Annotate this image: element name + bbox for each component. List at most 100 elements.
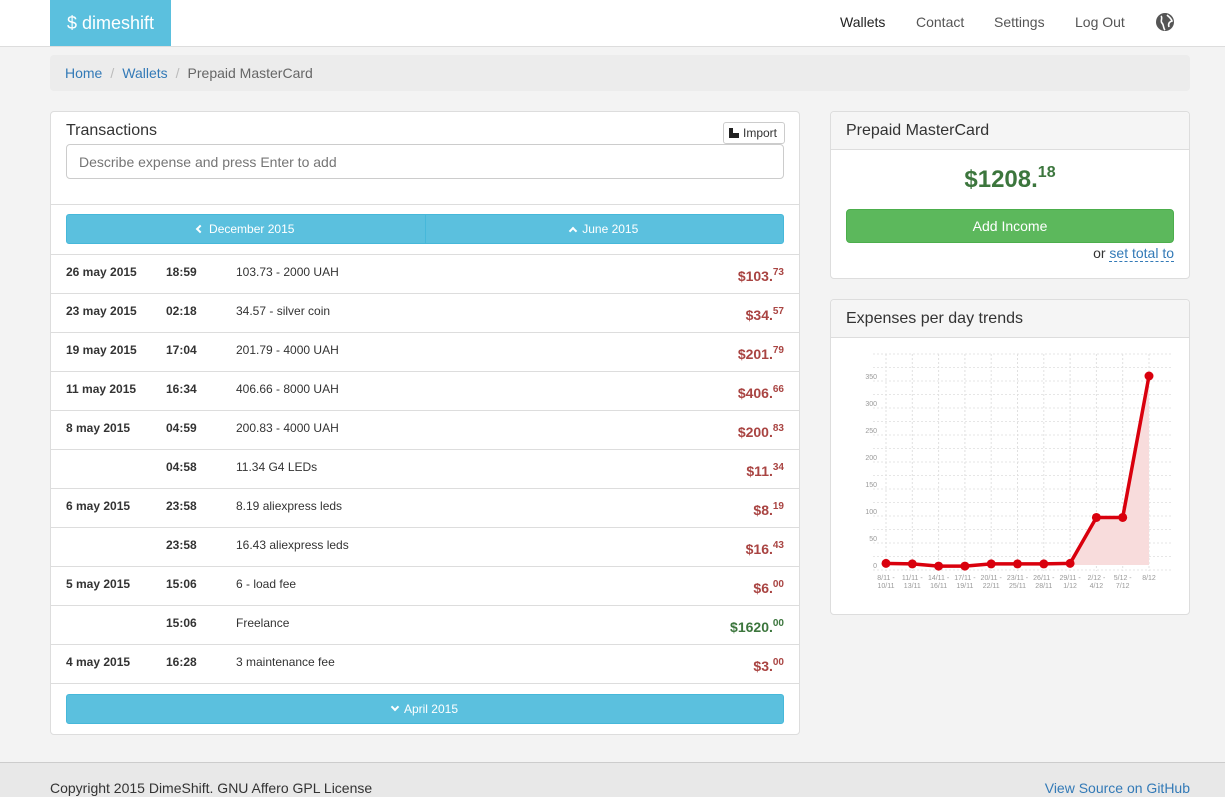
nav-wallets[interactable]: Wallets [840, 0, 885, 46]
chart-point [907, 559, 917, 569]
globe-icon[interactable] [1155, 12, 1175, 32]
transaction-amount: $201.79 [738, 345, 784, 362]
breadcrumb-separator: / [175, 65, 180, 81]
wallet-balance: $1208.18 [831, 164, 1189, 194]
transaction-description: 103.73 - 2000 UAH [236, 265, 339, 279]
amount-whole: $6. [753, 580, 773, 596]
amount-cents: 66 [772, 384, 784, 395]
github-source-link[interactable]: View Source on GitHub [1045, 780, 1190, 796]
amount-cents: 43 [772, 540, 784, 551]
trends-panel: Expenses per day trends 0 50 100 150 200 250 3… [830, 299, 1190, 615]
chart-y-tick: 50 [869, 536, 877, 543]
chevron-down-icon [390, 702, 400, 712]
amount-cents: 34 [772, 462, 784, 473]
breadcrumb-wallets[interactable]: Wallets [122, 65, 167, 81]
navbar: $ dimeshift Wallets Contact Settings Log… [0, 0, 1225, 47]
chart-y-tick: 0 [873, 563, 877, 570]
add-income-button[interactable]: Add Income [846, 209, 1174, 243]
brand-logo[interactable]: $ dimeshift [50, 0, 171, 46]
transaction-date: 4 may 2015 [66, 655, 131, 669]
divider [51, 204, 799, 205]
balance-cents: 18 [1037, 164, 1056, 181]
nav-contact[interactable]: Contact [916, 0, 964, 46]
chart-x-tick: 29/11 - [1059, 575, 1081, 582]
transaction-time: 23:58 [166, 499, 197, 513]
transaction-row[interactable]: 5 may 2015 15:06 6 - load fee $6.00 [51, 566, 799, 605]
transaction-row[interactable]: 04:58 11.34 G4 LEDs $11.34 [51, 449, 799, 488]
wallet-panel: Prepaid MasterCard $1208.18 Add Income o… [830, 111, 1190, 279]
prev-month-label: December 2015 [209, 222, 295, 236]
chart-x-tick: 2/12 - [1087, 575, 1106, 582]
chart-point [1091, 512, 1101, 522]
next-month-label: June 2015 [582, 222, 639, 236]
transaction-row[interactable]: 19 may 2015 17:04 201.79 - 4000 UAH $201.79 [51, 332, 799, 371]
amount-whole: $11. [746, 463, 773, 479]
transaction-date: 5 may 2015 [66, 577, 131, 591]
older-month-button[interactable]: April 2015 [66, 694, 784, 724]
transaction-amount: $1620.00 [730, 618, 784, 635]
amount-cents: 19 [772, 501, 784, 512]
breadcrumb-home[interactable]: Home [65, 65, 102, 81]
chart-x-tick: 11/11 - [902, 575, 923, 582]
expense-input[interactable] [66, 144, 784, 179]
transaction-row[interactable]: 26 may 2015 18:59 103.73 - 2000 UAH $103.73 [51, 254, 799, 293]
transaction-description: 16.43 aliexpress leds [236, 538, 349, 552]
chart-x-tick: 28/11 [1035, 583, 1052, 590]
month-nav: December 2015 June 2015 [66, 214, 784, 244]
transaction-description: 406.66 - 8000 UAH [236, 382, 339, 396]
chart-x-tick: 25/11 [1009, 583, 1026, 590]
amount-cents: 00 [772, 657, 784, 668]
chart-x-tick: 5/12 - [1114, 575, 1133, 582]
transaction-row[interactable]: 4 may 2015 16:28 3 maintenance fee $3.00 [51, 644, 799, 683]
next-month-button[interactable]: June 2015 [424, 215, 784, 243]
chart-x-tick: 17/11 - [954, 575, 976, 582]
chart-x-tick: 1/12 [1063, 583, 1077, 590]
amount-cents: 00 [772, 618, 784, 629]
amount-cents: 57 [772, 306, 784, 317]
chart-x-tick: 13/11 [904, 583, 921, 590]
nav-settings[interactable]: Settings [994, 0, 1045, 46]
chart-point [1013, 559, 1022, 569]
chart-x-tick: 7/12 [1116, 583, 1130, 590]
chart-x-tick: 26/11 - [1033, 575, 1055, 582]
chart-y-tick: 250 [865, 428, 877, 435]
transaction-date: 26 may 2015 [66, 265, 137, 279]
chart-x-tick: 20/11 - [981, 575, 1003, 582]
transaction-row[interactable]: 23:58 16.43 aliexpress leds $16.43 [51, 527, 799, 566]
transaction-row[interactable]: 6 may 2015 23:58 8.19 aliexpress leds $8.19 [51, 488, 799, 527]
prev-month-button[interactable]: December 2015 [67, 215, 425, 243]
transaction-time: 02:18 [166, 304, 197, 318]
chart-y-tick: 150 [865, 482, 877, 489]
transaction-row[interactable]: 15:06 Freelance $1620.00 [51, 605, 799, 644]
chart-point [934, 561, 944, 571]
amount-whole: $406. [737, 385, 773, 401]
transaction-amount: $6.00 [753, 579, 784, 596]
amount-whole: $16. [745, 541, 773, 557]
transactions-panel: Transactions Import December 2015 June 2… [50, 111, 800, 735]
import-button[interactable]: Import [723, 122, 785, 144]
transaction-description: 200.83 - 4000 UAH [236, 421, 339, 435]
chart-x-tick: 4/12 [1090, 583, 1104, 590]
transaction-amount: $34.57 [746, 306, 784, 323]
transaction-description: 3 maintenance fee [236, 655, 335, 669]
import-label: Import [743, 126, 778, 140]
chart-x-tick: 22/11 [983, 583, 1000, 590]
trends-title: Expenses per day trends [831, 300, 1189, 338]
transaction-amount: $16.43 [746, 540, 784, 557]
older-month-label: April 2015 [403, 702, 459, 716]
transaction-row[interactable]: 8 may 2015 04:59 200.83 - 4000 UAH $200.83 [51, 410, 799, 449]
set-total-link[interactable]: set total to [1109, 245, 1174, 262]
chart-point [881, 558, 891, 568]
transaction-amount: $200.83 [738, 423, 784, 440]
chart-point [960, 561, 970, 571]
chart-x-tick: 8/11 - [877, 575, 895, 582]
chart-point [1065, 558, 1075, 568]
transaction-row[interactable]: 23 may 2015 02:18 34.57 - silver coin $34.5… [51, 293, 799, 332]
nav-logout[interactable]: Log Out [1075, 0, 1125, 46]
balance-whole: $1208. [964, 166, 1038, 193]
transaction-row[interactable]: 11 may 2015 16:34 406.66 - 8000 UAH $406.66 [51, 371, 799, 410]
transaction-amount: $3.00 [753, 657, 784, 674]
transaction-time: 15:06 [166, 616, 197, 630]
chart-point [1144, 371, 1154, 381]
transaction-time: 04:58 [166, 460, 197, 474]
